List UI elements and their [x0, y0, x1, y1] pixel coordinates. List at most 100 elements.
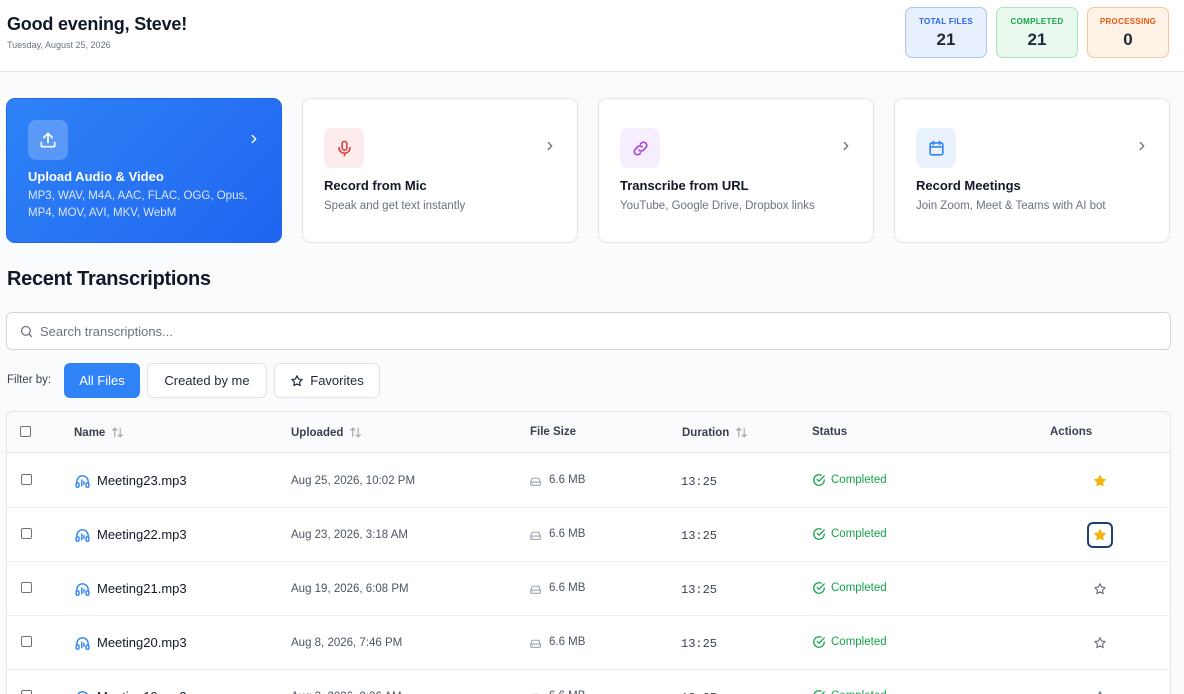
- column-label: Actions: [1050, 426, 1093, 438]
- status-label: Completed: [831, 636, 887, 648]
- search-input[interactable]: [40, 313, 1140, 349]
- favorite-button[interactable]: [1087, 630, 1113, 656]
- stat-completed: COMPLETED 21: [996, 7, 1078, 58]
- row-checkbox[interactable]: [21, 528, 32, 539]
- card-description: Speak and get text instantly: [324, 200, 466, 212]
- select-all-checkbox[interactable]: [20, 426, 31, 437]
- card-description: MP3, WAV, M4A, AAC, FLAC, OGG, Opus, MP4…: [28, 190, 248, 219]
- audio-file-icon: [75, 475, 90, 488]
- stat-label: PROCESSING: [1099, 17, 1157, 26]
- file-name-link[interactable]: Meeting22.mp3: [97, 527, 187, 542]
- link-icon: [620, 128, 660, 168]
- calendar-icon: [916, 128, 956, 168]
- column-label: Name: [74, 426, 106, 439]
- filter-button-label: Favorites: [310, 373, 364, 388]
- file-size: 6.6 MB: [549, 528, 586, 540]
- check-circle-icon: [813, 636, 825, 648]
- table-header: Name Uploaded File Size Duration Status …: [7, 412, 1170, 453]
- column-label: Uploaded: [291, 426, 344, 439]
- table-row[interactable]: Meeting22.mp3 Aug 23, 2026, 3:18 AM 6.6 MB…: [7, 508, 1170, 562]
- status-badge: Completed: [812, 527, 887, 541]
- duration: 13:25: [681, 529, 718, 543]
- table-row[interactable]: Meeting21.mp3 Aug 19, 2026, 6:08 PM 6.6 MB…: [7, 562, 1170, 616]
- status-label: Completed: [831, 528, 887, 540]
- duration: 13:25: [681, 637, 718, 651]
- column-header-uploaded[interactable]: Uploaded: [291, 426, 362, 439]
- file-size: 6.6 MB: [549, 474, 586, 486]
- filter-favorites-button[interactable]: Favorites: [274, 363, 380, 398]
- star-outline-icon: [1094, 583, 1106, 595]
- card-title: Upload Audio & Video: [28, 169, 164, 184]
- row-checkbox[interactable]: [21, 636, 32, 647]
- sort-icon: [350, 427, 362, 438]
- hard-drive-icon: [530, 531, 541, 540]
- column-header-duration[interactable]: Duration: [682, 426, 748, 439]
- table-row[interactable]: Meeting20.mp3 Aug 8, 2026, 7:46 PM 6.6 MB 1…: [7, 616, 1170, 670]
- file-name-link[interactable]: Meeting21.mp3: [97, 581, 187, 596]
- card-description: Join Zoom, Meet & Teams with AI bot: [916, 200, 1106, 212]
- section-title: Recent Transcriptions: [7, 268, 211, 290]
- filter-button-label: Created by me: [164, 373, 250, 388]
- column-header-file-size: File Size: [530, 426, 576, 438]
- audio-file-icon: [77, 691, 88, 694]
- row-checkbox[interactable]: [21, 690, 32, 694]
- stat-processing: PROCESSING 0: [1087, 7, 1169, 58]
- favorite-button[interactable]: [1087, 522, 1113, 548]
- file-name-link[interactable]: Meeting20.mp3: [97, 635, 187, 650]
- stat-label: TOTAL FILES: [919, 17, 973, 26]
- upload-card[interactable]: Upload Audio & Video MP3, WAV, M4A, AAC,…: [6, 98, 282, 243]
- column-header-name[interactable]: Name: [74, 426, 124, 439]
- sort-icon: [112, 427, 124, 438]
- record-mic-card[interactable]: Record from Mic Speak and get text insta…: [302, 98, 578, 243]
- row-checkbox[interactable]: [21, 474, 32, 485]
- page-header: Good evening, Steve! Tuesday, August 25,…: [0, 0, 1184, 72]
- hard-drive-icon: [530, 585, 541, 594]
- status-label: Completed: [831, 582, 887, 594]
- star-outline-icon: [1098, 691, 1102, 694]
- duration: 13:25: [681, 583, 718, 597]
- stat-value: 0: [1123, 30, 1133, 49]
- card-title: Record from Mic: [324, 178, 427, 193]
- favorite-button[interactable]: [1087, 468, 1113, 494]
- status-badge: Completed: [812, 635, 887, 649]
- star-filled-icon: [1094, 475, 1106, 487]
- star-outline-icon: [1094, 637, 1106, 649]
- stat-value: 21: [936, 30, 956, 49]
- file-name-link[interactable]: Meeting23.mp3: [97, 473, 187, 488]
- uploaded-date: Aug 19, 2026, 6:08 PM: [291, 583, 409, 595]
- file-name-link[interactable]: Meeting19.mp3: [97, 689, 187, 694]
- stat-value: 21: [1027, 30, 1047, 49]
- star-outline-icon: [291, 374, 303, 386]
- favorite-button[interactable]: [1087, 684, 1113, 694]
- card-title: Record Meetings: [916, 178, 1021, 193]
- star-filled-icon: [1094, 529, 1106, 541]
- card-description: YouTube, Google Drive, Dropbox links: [620, 200, 815, 212]
- chevron-right-icon: [843, 141, 849, 151]
- sort-icon: [736, 427, 748, 438]
- table-row[interactable]: Meeting23.mp3 Aug 25, 2026, 10:02 PM 6.6 M…: [7, 454, 1170, 508]
- chevron-right-icon: [251, 134, 257, 144]
- column-label: Duration: [682, 426, 730, 439]
- chevron-right-icon: [1139, 141, 1145, 151]
- filter-label: Filter by:: [7, 374, 52, 386]
- row-checkbox[interactable]: [21, 582, 32, 593]
- favorite-button[interactable]: [1087, 576, 1113, 602]
- file-size: 6.6 MB: [549, 636, 586, 648]
- status-badge: Completed: [812, 473, 887, 487]
- filter-created-by-me-button[interactable]: Created by me: [147, 363, 267, 398]
- chevron-right-icon: [547, 141, 553, 151]
- hard-drive-icon: [530, 477, 541, 486]
- filter-button-label: All Files: [79, 373, 125, 388]
- record-meetings-card[interactable]: Record Meetings Join Zoom, Meet & Teams …: [894, 98, 1170, 243]
- check-circle-icon: [813, 582, 825, 594]
- table-row[interactable]: Meeting19.mp3Aug 3, 2026, 2:36 AM6.6 MB1…: [7, 670, 1170, 694]
- transcribe-url-card[interactable]: Transcribe from URL YouTube, Google Driv…: [598, 98, 874, 243]
- filter-all-files-button[interactable]: All Files: [64, 363, 140, 398]
- uploaded-date: Aug 8, 2026, 7:46 PM: [291, 637, 403, 649]
- upload-icon: [28, 120, 68, 160]
- hard-drive-icon: [530, 639, 541, 648]
- file-size: 6.6 MB: [549, 582, 586, 594]
- search-bar: [6, 312, 1171, 350]
- stat-label: COMPLETED: [1010, 17, 1064, 26]
- uploaded-date: Aug 23, 2026, 3:18 AM: [291, 529, 409, 541]
